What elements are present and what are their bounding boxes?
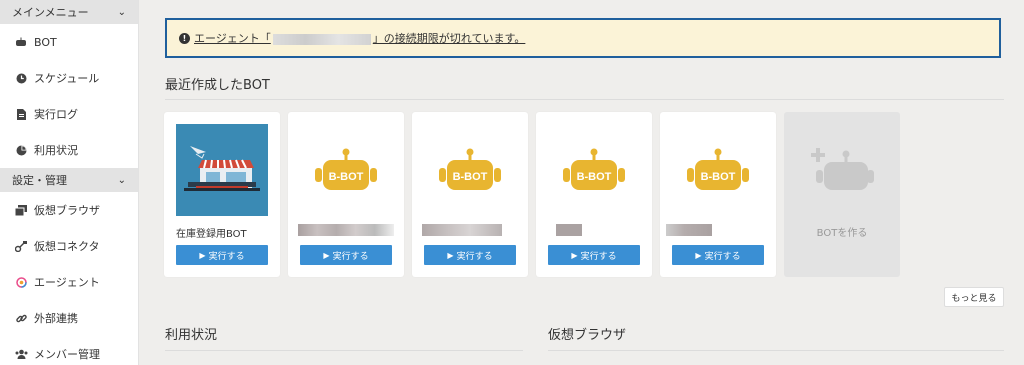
b-bot-icon: B-BOT xyxy=(424,124,516,216)
add-bot-icon xyxy=(810,148,874,195)
bot-card[interactable]: 在庫登録用BOT ▶ 実行する xyxy=(164,112,280,277)
store-thumbnail xyxy=(176,124,268,216)
sidebar-item-members[interactable]: メンバー管理 xyxy=(0,336,138,365)
recent-bots-divider xyxy=(165,99,1004,100)
run-bot-button-label: 実行する xyxy=(704,251,741,262)
sidebar-item-label: スケジュール xyxy=(34,72,100,85)
settings-header-label: 設定・管理 xyxy=(12,174,67,187)
redacted-bot-name xyxy=(556,224,582,236)
robot-icon xyxy=(14,37,28,47)
b-bot-icon: B-BOT xyxy=(672,124,764,216)
recent-bots-title: 最近作成したBOT xyxy=(165,78,270,93)
see-more-button[interactable]: もっと見る xyxy=(944,287,1004,307)
chevron-down-icon: ⌄ xyxy=(117,6,126,18)
bot-card[interactable]: B-BOT ▶ 実行する xyxy=(536,112,652,277)
play-icon: ▶ xyxy=(323,250,330,260)
sidebar-item-agent[interactable]: エージェント xyxy=(0,264,138,300)
sidebar-item-external-link[interactable]: 外部連携 xyxy=(0,300,138,336)
bot-card[interactable]: B-BOT ▶ 実行する xyxy=(288,112,404,277)
browser-windows-icon xyxy=(14,204,28,216)
usage-divider xyxy=(165,350,523,351)
create-bot-label: BOTを作る xyxy=(816,228,868,239)
sidebar-item-usage[interactable]: 利用状況 xyxy=(0,132,138,168)
b-bot-badge-text: B-BOT xyxy=(701,171,736,183)
agent-icon xyxy=(14,276,28,288)
run-bot-button[interactable]: ▶ 実行する xyxy=(548,245,640,265)
connector-icon xyxy=(14,240,28,252)
b-bot-icon: B-BOT xyxy=(548,124,640,216)
sidebar-item-bot[interactable]: BOT xyxy=(0,24,138,60)
bot-card-name: 在庫登録用BOT xyxy=(176,229,247,240)
run-bot-button[interactable]: ▶ 実行する xyxy=(300,245,392,265)
sidebar-item-virtual-connector[interactable]: 仮想コネクタ xyxy=(0,228,138,264)
b-bot-badge-text: B-BOT xyxy=(329,171,364,183)
sidebar-item-label: 実行ログ xyxy=(34,108,78,121)
sidebar-item-log[interactable]: 実行ログ xyxy=(0,96,138,132)
create-bot-card[interactable]: BOTを作る xyxy=(784,112,900,277)
main-menu-header[interactable]: メインメニュー ⌄ xyxy=(0,0,138,24)
sidebar-item-label: 仮想ブラウザ xyxy=(34,204,100,217)
pie-chart-icon xyxy=(14,145,28,156)
play-icon: ▶ xyxy=(447,250,454,260)
bot-card[interactable]: B-BOT ▶ 実行する xyxy=(412,112,528,277)
b-bot-badge-text: B-BOT xyxy=(577,171,612,183)
alert-suffix: 」の接続期限が切れています。 xyxy=(372,32,526,45)
alert-prefix: エージェント「 xyxy=(194,32,271,45)
usage-section-title: 利用状況 xyxy=(165,328,218,343)
sidebar-item-label: エージェント xyxy=(34,276,100,289)
exclamation-circle-icon: ! xyxy=(179,32,190,44)
bot-card[interactable]: B-BOT ▶ 実行する xyxy=(660,112,776,277)
sidebar-item-label: メンバー管理 xyxy=(34,348,100,361)
virtual-browser-section-title: 仮想ブラウザ xyxy=(548,328,627,343)
b-bot-icon: B-BOT xyxy=(300,124,392,216)
link-icon xyxy=(14,313,28,324)
sidebar-item-label: 利用状況 xyxy=(34,144,78,157)
sidebar-item-virtual-browser[interactable]: 仮想ブラウザ xyxy=(0,192,138,228)
settings-header[interactable]: 設定・管理 ⌄ xyxy=(0,168,138,192)
chevron-down-icon: ⌄ xyxy=(117,174,126,186)
main-content: ! エージェント「 」の接続期限が切れています。 最近作成したBOT 在庫登録用B… xyxy=(139,0,1024,365)
run-bot-button-label: 実行する xyxy=(456,251,493,262)
alert-message-link[interactable]: エージェント「 」の接続期限が切れています。 xyxy=(194,30,525,46)
sidebar-item-label: 外部連携 xyxy=(34,312,78,325)
sidebar-item-label: 仮想コネクタ xyxy=(34,240,100,253)
run-bot-button-label: 実行する xyxy=(208,251,245,262)
users-icon xyxy=(14,349,28,360)
run-bot-button[interactable]: ▶ 実行する xyxy=(424,245,516,265)
document-icon xyxy=(14,108,28,120)
run-bot-button-label: 実行する xyxy=(580,251,617,262)
sidebar-item-schedule[interactable]: スケジュール xyxy=(0,60,138,96)
virtual-browser-divider xyxy=(548,350,1004,351)
agent-expired-alert: ! エージェント「 」の接続期限が切れています。 xyxy=(165,18,1001,58)
sidebar: メインメニュー ⌄ BOT スケジュール 実行ログ 利用状況 設定・管理 ⌄ 仮… xyxy=(0,0,139,365)
run-bot-button[interactable]: ▶ 実行する xyxy=(176,245,268,265)
redacted-bot-name xyxy=(666,224,712,236)
redacted-agent-name xyxy=(272,33,371,45)
run-bot-button-label: 実行する xyxy=(332,251,369,262)
play-icon: ▶ xyxy=(199,250,206,260)
b-bot-badge-text: B-BOT xyxy=(453,171,488,183)
redacted-bot-name xyxy=(298,224,394,236)
run-bot-button[interactable]: ▶ 実行する xyxy=(672,245,764,265)
main-menu-header-label: メインメニュー xyxy=(12,6,89,19)
redacted-bot-name xyxy=(422,224,502,236)
play-icon: ▶ xyxy=(571,250,578,260)
sidebar-item-label: BOT xyxy=(34,35,57,49)
play-icon: ▶ xyxy=(695,250,702,260)
clock-icon xyxy=(14,73,28,84)
